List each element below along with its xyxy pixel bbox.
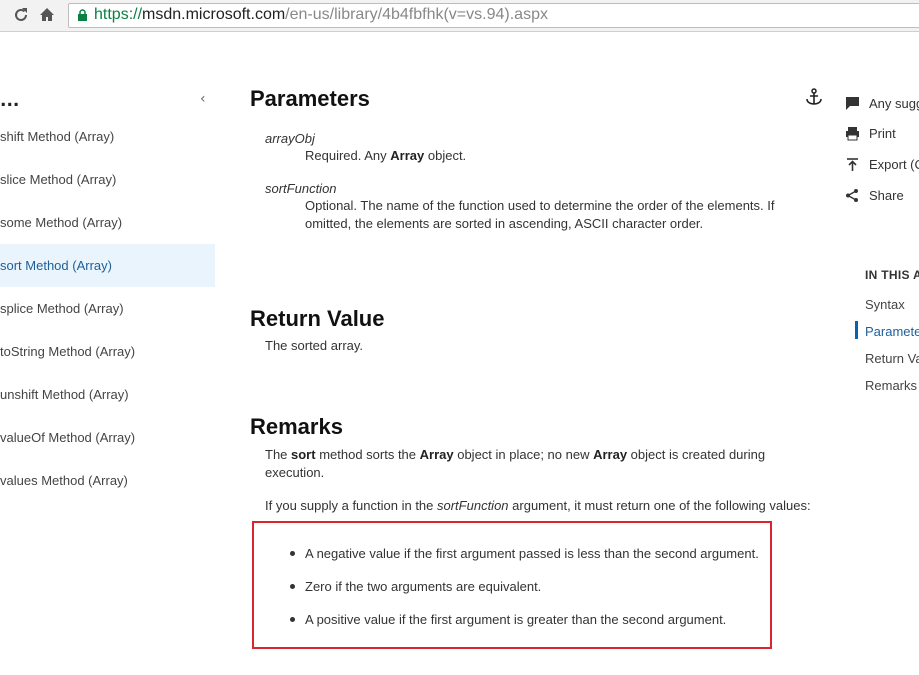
comment-icon xyxy=(846,96,859,110)
nav-item-splice[interactable]: splice Method (Array) xyxy=(0,287,215,330)
toc-item-remarks[interactable]: Remarks xyxy=(865,378,917,393)
param-desc-arrayobj: Required. Any Array object. xyxy=(305,148,467,163)
url-text: https://msdn.microsoft.com/en-us/library… xyxy=(94,6,548,23)
left-nav: ... ‹ shift Method (Array) slice Method … xyxy=(0,31,215,675)
home-icon[interactable] xyxy=(37,5,57,25)
toc-active-indicator xyxy=(855,321,858,339)
nav-item-some[interactable]: some Method (Array) xyxy=(0,201,215,244)
nav-item-unshift[interactable]: unshift Method (Array) xyxy=(0,373,215,416)
collapse-nav-icon[interactable]: ‹ xyxy=(200,91,206,107)
nav-item-valueof[interactable]: valueOf Method (Array) xyxy=(0,416,215,459)
reload-icon[interactable] xyxy=(11,5,31,25)
nav-item-values[interactable]: values Method (Array) xyxy=(0,459,215,502)
nav-list: shift Method (Array) slice Method (Array… xyxy=(0,115,215,502)
lock-icon xyxy=(78,9,87,21)
browser-toolbar: https://msdn.microsoft.com/en-us/library… xyxy=(0,0,919,32)
highlight-box: A negative value if the first argument p… xyxy=(252,521,772,649)
toc-item-parameters[interactable]: Paramete xyxy=(865,324,919,339)
share-action[interactable]: Share xyxy=(845,185,904,205)
nav-item-sort[interactable]: sort Method (Array) xyxy=(0,244,215,287)
param-desc-sortfunction-line1: Optional. The name of the function used … xyxy=(305,198,775,213)
nav-item-slice[interactable]: slice Method (Array) xyxy=(0,158,215,201)
address-bar[interactable]: https://msdn.microsoft.com/en-us/library… xyxy=(68,3,919,28)
remarks-line1: The sort method sorts the Array object i… xyxy=(265,447,766,462)
remarks-heading: Remarks xyxy=(250,414,343,439)
return-value-heading: Return Value xyxy=(250,306,385,331)
remarks-paragraph2: If you supply a function in the sortFunc… xyxy=(265,498,811,513)
toc-item-syntax[interactable]: Syntax xyxy=(865,297,905,312)
anchor-icon[interactable] xyxy=(805,88,823,106)
param-desc-sortfunction-line2: omitted, the elements are sorted in asce… xyxy=(305,216,704,231)
right-rail: Any sugg Print Export (C Share IN THIS A… xyxy=(845,31,919,675)
param-name-arrayobj: arrayObj xyxy=(265,131,315,146)
nav-item-shift[interactable]: shift Method (Array) xyxy=(0,115,215,158)
return-values-list: A negative value if the first argument p… xyxy=(290,545,759,644)
main-content: Parameters arrayObj Required. Any Array … xyxy=(250,31,830,675)
left-nav-header: ... xyxy=(0,91,20,111)
print-action[interactable]: Print xyxy=(845,123,896,143)
parameters-heading: Parameters xyxy=(250,86,370,111)
list-item: Zero if the two arguments are equivalent… xyxy=(290,578,759,596)
share-icon xyxy=(846,188,858,202)
toc-item-return-value[interactable]: Return Va xyxy=(865,351,919,366)
print-icon xyxy=(846,126,859,140)
param-name-sortfunction: sortFunction xyxy=(265,181,337,196)
export-action[interactable]: Export (C xyxy=(845,154,919,174)
feedback-action[interactable]: Any sugg xyxy=(845,93,919,113)
nav-item-tostring[interactable]: toString Method (Array) xyxy=(0,330,215,373)
toc-title: IN THIS A xyxy=(865,268,919,282)
return-value-text: The sorted array. xyxy=(265,338,364,353)
remarks-line2: execution. xyxy=(265,465,325,480)
list-item: A positive value if the first argument i… xyxy=(290,611,759,629)
list-item: A negative value if the first argument p… xyxy=(290,545,759,563)
export-icon xyxy=(847,157,858,171)
